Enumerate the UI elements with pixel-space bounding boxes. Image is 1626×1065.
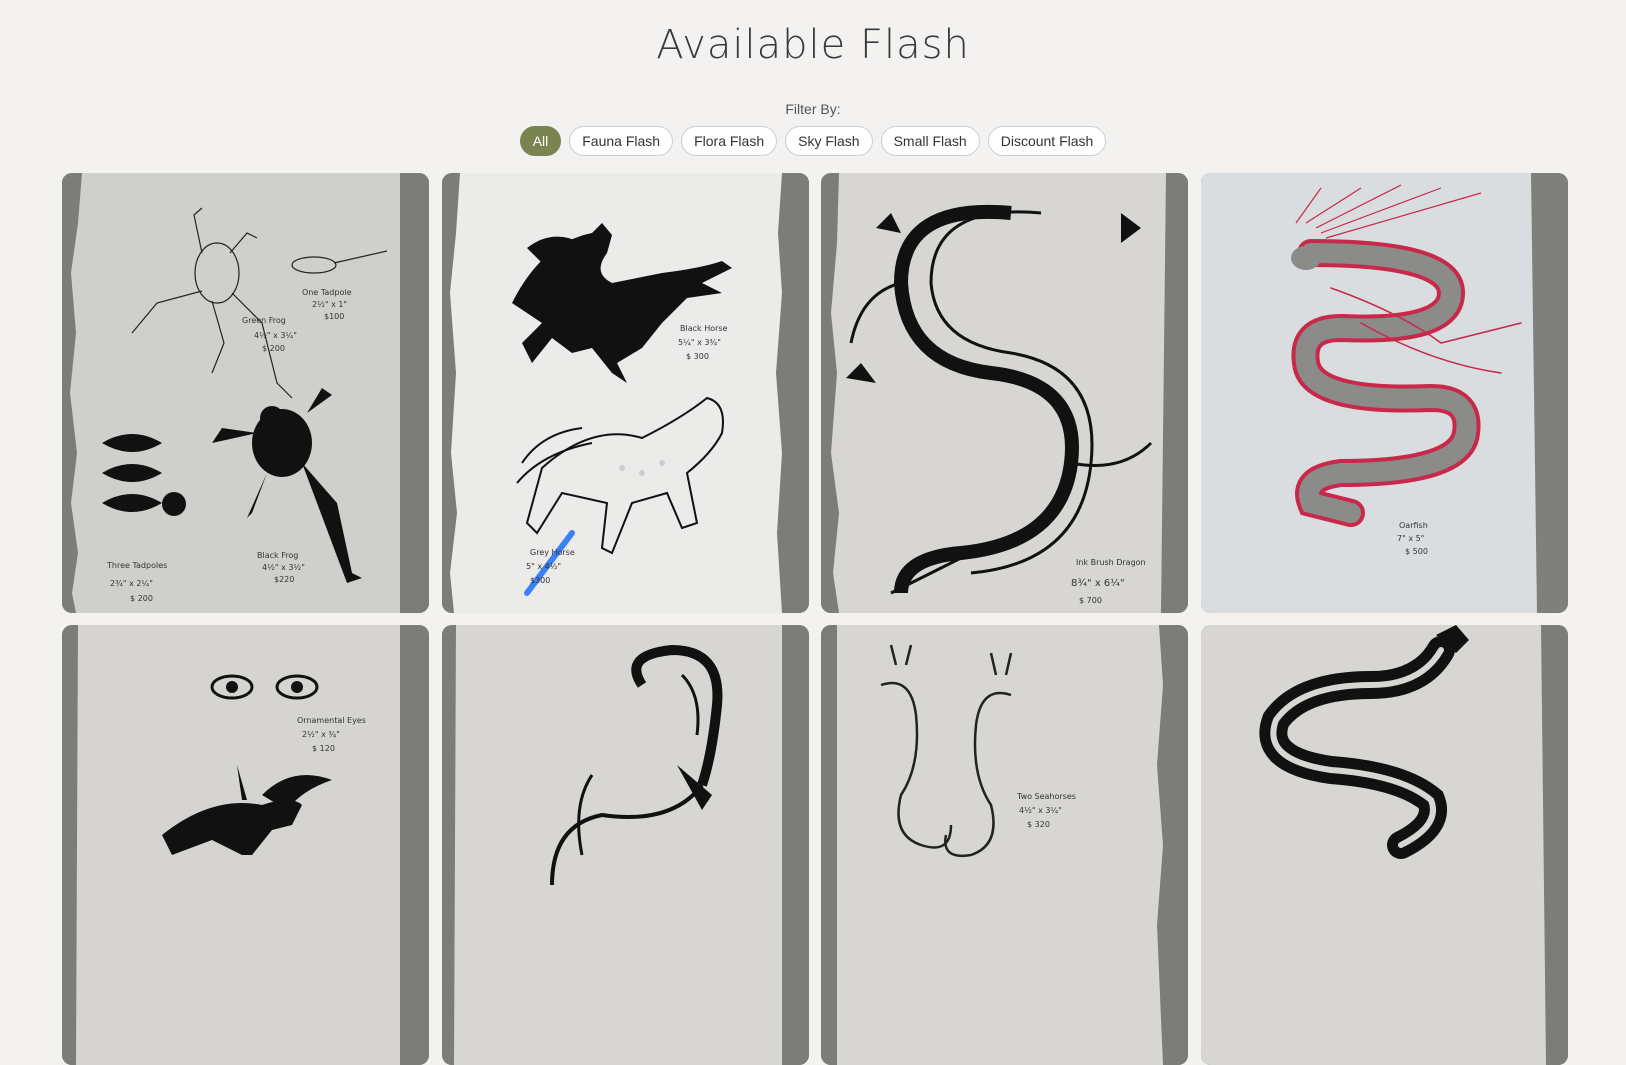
filter-small-button[interactable]: Small Flash — [880, 126, 980, 156]
svg-text:4½" x 3¼": 4½" x 3¼" — [254, 331, 297, 340]
flash-card-eyes-unicorn[interactable]: Ornamental Eyes 2½" x ¾" $ 120 — [62, 625, 429, 1065]
filter-bar: All Fauna Flash Flora Flash Sky Flash Sm… — [0, 126, 1626, 156]
filter-fauna-button[interactable]: Fauna Flash — [569, 126, 674, 156]
svg-text:Oarfish: Oarfish — [1399, 521, 1428, 530]
filter-all-button[interactable]: All — [519, 126, 562, 156]
svg-text:$300: $300 — [530, 576, 550, 585]
svg-text:4½" x 3½": 4½" x 3½" — [262, 563, 305, 572]
frog-flash-sheet-icon: Green Frog 4½" x 3¼" $ 200 One Tadpole 2… — [62, 173, 429, 613]
svg-text:$ 200: $ 200 — [262, 344, 285, 353]
svg-text:4½" x 3¼": 4½" x 3¼" — [1019, 806, 1062, 815]
caption: Green Frog — [242, 316, 286, 325]
svg-text:$ 200: $ 200 — [130, 594, 153, 603]
filter-label: Filter By: — [785, 101, 841, 117]
svg-text:2½" x 1": 2½" x 1" — [312, 300, 347, 309]
svg-text:$220: $220 — [274, 575, 294, 584]
svg-text:Black Horse: Black Horse — [680, 324, 728, 333]
svg-text:5¼" x 3¾": 5¼" x 3¾" — [678, 338, 721, 347]
svg-text:Grey Horse: Grey Horse — [530, 548, 575, 557]
svg-text:Two Seahorses: Two Seahorses — [1016, 792, 1076, 801]
serpent-flash-sheet-icon — [1200, 625, 1568, 1065]
flash-card-seahorses[interactable]: Two Seahorses 4½" x 3¼" $ 320 — [821, 625, 1189, 1065]
svg-text:Three Tadpoles: Three Tadpoles — [106, 561, 167, 570]
filter-sky-button[interactable]: Sky Flash — [785, 126, 873, 156]
dragon-flash-sheet-icon: Ink Brush Dragon 8¾" x 6¼" $ 700 — [821, 173, 1189, 613]
svg-text:$100: $100 — [324, 312, 344, 321]
page-title: Available Flash — [656, 22, 970, 68]
oarfish-flash-sheet-icon: Oarfish 7" x 5" $ 500 — [1200, 173, 1568, 613]
svg-text:$ 300: $ 300 — [686, 352, 709, 361]
svg-text:Black Frog: Black Frog — [257, 551, 298, 560]
svg-text:7" x 5": 7" x 5" — [1397, 534, 1424, 543]
svg-text:2½" x ¾": 2½" x ¾" — [302, 730, 340, 739]
flash-card-oarfish[interactable]: Oarfish 7" x 5" $ 500 — [1200, 173, 1568, 613]
svg-text:2¾" x 2¼": 2¾" x 2¼" — [110, 579, 153, 588]
svg-text:One Tadpole: One Tadpole — [302, 288, 352, 297]
svg-text:$ 120: $ 120 — [312, 744, 335, 753]
svg-text:$ 500: $ 500 — [1405, 547, 1428, 556]
filter-discount-button[interactable]: Discount Flash — [987, 126, 1107, 156]
svg-text:$ 320: $ 320 — [1027, 820, 1050, 829]
flash-card-frogs[interactable]: Green Frog 4½" x 3¼" $ 200 One Tadpole 2… — [62, 173, 429, 613]
flash-card-horses[interactable]: Black Horse 5¼" x 3¾" $ 300 Grey Horse 5… — [441, 173, 809, 613]
flash-card-tiger-dragon[interactable] — [441, 625, 809, 1065]
svg-text:Ornamental Eyes: Ornamental Eyes — [297, 716, 366, 725]
tiger-dragon-flash-sheet-icon — [441, 625, 809, 1065]
horse-flash-sheet-icon: Black Horse 5¼" x 3¾" $ 300 Grey Horse 5… — [441, 173, 809, 613]
seahorse-flash-sheet-icon: Two Seahorses 4½" x 3¼" $ 320 — [821, 625, 1189, 1065]
flash-gallery: Green Frog 4½" x 3¼" $ 200 One Tadpole 2… — [62, 173, 1568, 1065]
svg-text:8¾" x 6¼": 8¾" x 6¼" — [1071, 577, 1125, 589]
filter-flora-button[interactable]: Flora Flash — [681, 126, 778, 156]
svg-text:5" x 4½": 5" x 4½" — [526, 562, 561, 571]
svg-text:$ 700: $ 700 — [1079, 596, 1102, 605]
flash-card-dragon[interactable]: Ink Brush Dragon 8¾" x 6¼" $ 700 — [821, 173, 1189, 613]
svg-text:Ink Brush Dragon: Ink Brush Dragon — [1076, 558, 1146, 567]
eyes-unicorn-flash-sheet-icon: Ornamental Eyes 2½" x ¾" $ 120 — [62, 625, 429, 1065]
flash-card-serpent[interactable] — [1200, 625, 1568, 1065]
